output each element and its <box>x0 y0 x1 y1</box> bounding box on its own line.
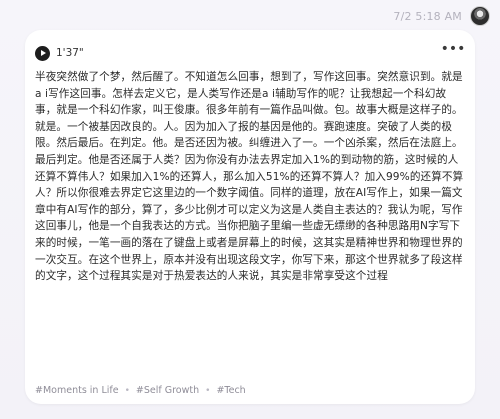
tag-list: #Moments in Life • #Self Growth • #Tech <box>35 385 246 396</box>
more-icon: ••• <box>440 41 466 57</box>
tag-moments-in-life[interactable]: #Moments in Life <box>35 385 119 396</box>
tag-tech[interactable]: #Tech <box>216 385 245 396</box>
app-page: 7/2 5:18 AM 1'37" ••• 半夜突然做了个梦，然后醒了。不知道怎… <box>0 0 500 419</box>
play-icon <box>40 50 46 56</box>
tag-self-growth[interactable]: #Self Growth <box>136 385 199 396</box>
more-options-button[interactable]: ••• <box>440 40 466 58</box>
audio-player: 1'37" <box>35 42 465 64</box>
avatar[interactable] <box>470 6 490 26</box>
tag-separator: • <box>124 385 130 396</box>
note-card: 1'37" ••• 半夜突然做了个梦，然后醒了。不知道怎么回事，想到了，写作这回… <box>25 30 475 404</box>
tag-separator: • <box>205 385 211 396</box>
top-bar: 7/2 5:18 AM <box>393 6 490 26</box>
timestamp: 7/2 5:18 AM <box>393 9 462 23</box>
play-button[interactable] <box>35 45 50 61</box>
audio-duration: 1'37" <box>56 47 84 59</box>
note-body-text: 半夜突然做了个梦，然后醒了。不知道怎么回事，想到了，写作这回事。突然意识到。就是… <box>35 71 464 283</box>
